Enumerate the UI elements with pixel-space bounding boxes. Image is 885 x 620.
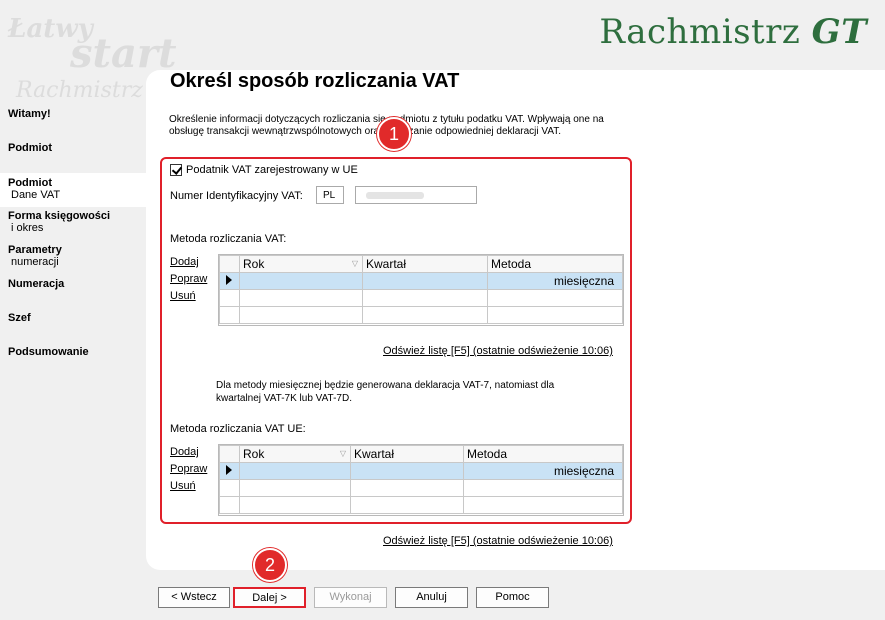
column-header-rok[interactable]: Rok ▽ (239, 255, 363, 273)
table-row (219, 289, 623, 307)
info-note: Dla metody miesięcznej będzie generowana… (216, 380, 555, 404)
step-numeracja: Numeracja (8, 278, 65, 290)
sort-icon: ▽ (351, 259, 358, 268)
column-header-kwartal[interactable]: Kwartał (362, 255, 488, 273)
sort-icon: ▽ (339, 449, 346, 458)
step-podmiot: Podmiot (8, 142, 52, 154)
next-button[interactable]: Dalej > (233, 587, 306, 608)
nip-number-field[interactable] (355, 186, 477, 204)
step-badge-2: 2 (253, 548, 287, 582)
vat-method-label: Metoda rozliczania VAT: (170, 233, 287, 245)
column-header-metoda[interactable]: Metoda (463, 445, 623, 463)
method-value: miesięczna (463, 462, 623, 480)
step-title: Podmiot (8, 177, 52, 189)
help-button[interactable]: Pomoc (476, 587, 549, 608)
column-header-metoda[interactable]: Metoda (487, 255, 623, 273)
edit-link[interactable]: Popraw (170, 273, 207, 290)
edit-link[interactable]: Popraw (170, 463, 207, 480)
brand-logo: Rachmistrz GT (599, 12, 867, 52)
delete-link[interactable]: Usuń (170, 290, 207, 307)
step-dane-vat: Podmiot Dane VAT (0, 173, 146, 207)
vat-ue-method-label: Metoda rozliczania VAT UE: (170, 423, 306, 435)
nip-prefix-field[interactable]: PL (316, 186, 344, 204)
add-link[interactable]: Dodaj (170, 256, 207, 273)
table-row (219, 496, 623, 514)
vat-ue-actions: Dodaj Popraw Usuń (170, 446, 207, 497)
nip-label: Numer Identyfikacyjny VAT: (170, 190, 303, 202)
page-title: Określ sposób rozliczania VAT (170, 70, 460, 92)
checkbox-label: Podatnik VAT zarejestrowany w UE (186, 164, 358, 176)
add-link[interactable]: Dodaj (170, 446, 207, 463)
step-parametry: Parametry numeracji (8, 244, 62, 268)
step-podsumowanie: Podsumowanie (8, 346, 89, 358)
vat-method-grid[interactable]: Rok ▽ Kwartał Metoda miesięczna (218, 254, 624, 326)
table-row[interactable]: miesięczna (219, 462, 623, 480)
watermark-text: Rachmistrz (16, 78, 143, 103)
brand-suffix: GT (811, 12, 867, 52)
step-witamy: Witamy! (8, 108, 51, 120)
grid-header: Rok ▽ Kwartał Metoda (219, 445, 623, 463)
step-badge-1: 1 (377, 117, 411, 151)
eu-vat-checkbox[interactable]: Podatnik VAT zarejestrowany w UE (170, 164, 358, 176)
row-pointer-icon (226, 465, 232, 475)
step-szef: Szef (8, 312, 31, 324)
header: Łatwy start Rachmistrz Rachmistrz GT (0, 0, 885, 103)
column-header-rok[interactable]: Rok ▽ (239, 445, 351, 463)
back-button[interactable]: < Wstecz (158, 587, 230, 608)
method-value: miesięczna (487, 272, 623, 290)
checkbox-checked-icon[interactable] (170, 164, 182, 176)
step-forma-ksiegowosci: Forma księgowości i okres (8, 210, 111, 234)
table-row (219, 306, 623, 324)
delete-link[interactable]: Usuń (170, 480, 207, 497)
table-row[interactable]: miesięczna (219, 272, 623, 290)
redacted-value (366, 192, 424, 199)
brand-name: Rachmistrz (599, 12, 801, 52)
refresh-list-link[interactable]: Odśwież listę [F5] (ostatnie odświeżenie… (383, 345, 613, 357)
column-header-kwartal[interactable]: Kwartał (350, 445, 464, 463)
row-pointer-icon (226, 275, 232, 285)
step-subtitle: Dane VAT (11, 189, 61, 201)
table-row (219, 479, 623, 497)
refresh-list-link[interactable]: Odśwież listę [F5] (ostatnie odświeżenie… (383, 535, 613, 547)
cancel-button[interactable]: Anuluj (395, 587, 468, 608)
vat-actions: Dodaj Popraw Usuń (170, 256, 207, 307)
execute-button: Wykonaj (314, 587, 387, 608)
grid-header: Rok ▽ Kwartał Metoda (219, 255, 623, 273)
vat-ue-method-grid[interactable]: Rok ▽ Kwartał Metoda miesięczna (218, 444, 624, 516)
